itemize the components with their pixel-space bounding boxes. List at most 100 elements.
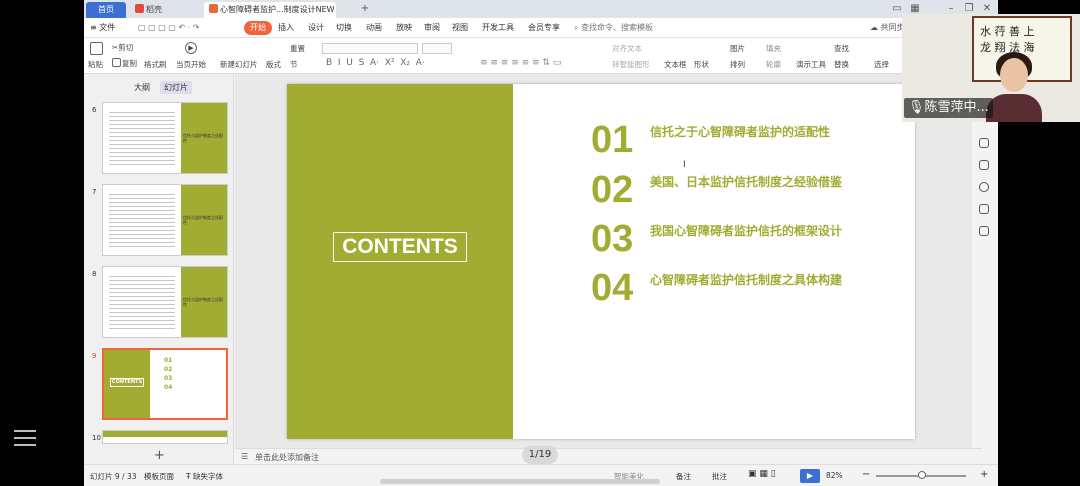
layers-icon[interactable] [979, 160, 989, 170]
menu-item-transition[interactable]: 切换 [336, 21, 352, 35]
arrange-button[interactable]: 排列 [730, 59, 745, 70]
thumb-item-num: 03 [164, 375, 173, 382]
add-slide-button[interactable]: + [154, 448, 165, 463]
zoom-slider-handle[interactable] [918, 471, 926, 479]
new-slide-button[interactable]: 新建幻灯片 [220, 59, 258, 70]
tab-outline[interactable]: 大纲 [134, 82, 150, 93]
contents-item[interactable]: 02 美国、日本监护信托制度之经验借鉴 [591, 170, 881, 210]
shape-button[interactable]: 形状 [694, 59, 709, 70]
menu-item-member[interactable]: 会员专享 [528, 21, 560, 35]
menu-item-slideshow[interactable]: 放映 [396, 21, 412, 35]
item-number: 01 [591, 119, 634, 161]
contents-item[interactable]: 04 心智障碍者监护信托制度之具体构建 [591, 268, 881, 308]
font-size-input[interactable] [422, 43, 452, 54]
menu-file[interactable]: ≡ 文件 [90, 21, 115, 35]
font-name-input[interactable] [322, 43, 418, 54]
notes-bar[interactable]: ☰ 单击此处添加备注 [235, 448, 982, 464]
tab-document[interactable]: 心智障碍者监护...制度设计NEW [204, 2, 336, 18]
quick-access-icons[interactable]: ▢ ▢ ▢ ▢ ↶ · ↷ [138, 21, 199, 35]
slide-thumbnail-7[interactable]: 信托与监护制度之适配性 [102, 184, 228, 256]
picture-button[interactable]: 图片 [730, 43, 745, 54]
calligraphy-line: 水 荇 善 上 [980, 25, 1035, 38]
template-page-button[interactable]: 模板页面 [144, 471, 174, 482]
edit-icon[interactable] [979, 204, 989, 214]
text-box-button[interactable]: 文本框 [664, 59, 687, 70]
find-button[interactable]: 查找 [834, 43, 849, 54]
contents-item[interactable]: 03 我国心智障碍者监护信托的框架设计 [591, 219, 881, 259]
reset-button[interactable]: 重置 [290, 43, 305, 54]
notes-toggle-button[interactable]: 备注 [676, 471, 691, 482]
thumb-contents: CONTENTS [110, 378, 144, 387]
thumb-text-lines [109, 109, 175, 167]
format-painter-button[interactable]: 格式刷 [144, 59, 167, 70]
slide-panel: 大纲 幻灯片 6 信托与监护制度之适配性 7 信托与监护制度之适配性 8 信托与… [84, 74, 234, 464]
item-text: 我国心智障碍者监护信托的框架设计 [650, 224, 843, 238]
menu-item-review[interactable]: 审阅 [424, 21, 440, 35]
scrollbar[interactable] [380, 479, 660, 484]
play-icon[interactable]: ▶ [185, 42, 197, 54]
present-tools-button[interactable]: 演示工具 [796, 59, 826, 70]
right-toolbar [972, 120, 998, 464]
comments-button[interactable]: 批注 [712, 471, 727, 482]
fill-button[interactable]: 填充 [766, 43, 781, 54]
view-buttons[interactable]: ▣ ▦ ▯ [748, 469, 776, 479]
daoke-icon [135, 4, 144, 13]
tab-home[interactable]: 首页 [86, 2, 126, 18]
menu-item-insert[interactable]: 插入 [278, 21, 294, 35]
contents-title[interactable]: CONTENTS [333, 232, 467, 262]
menu-item-view[interactable]: 视图 [452, 21, 468, 35]
menu-item-start[interactable]: 开始 [244, 21, 272, 35]
tab-daoke[interactable]: 稻壳 [130, 2, 198, 18]
star-icon[interactable] [979, 138, 989, 148]
missing-font-button[interactable]: Ŧ 缺失字体 [186, 471, 223, 482]
notes-placeholder[interactable]: 单击此处添加备注 [255, 452, 319, 463]
thumb-item-num: 02 [164, 366, 173, 373]
thumb-item-num: 01 [164, 357, 173, 364]
menu-item-developer[interactable]: 开发工具 [482, 21, 514, 35]
participant-video [984, 50, 1044, 122]
item-number: 04 [591, 267, 634, 309]
command-search[interactable]: ⌕ 查找命令、搜索模板 [574, 21, 653, 35]
collab-label: 共同步 [880, 23, 905, 32]
collab-button[interactable]: ☁ 共同步 [870, 21, 905, 35]
zoom-out-button[interactable]: − [862, 469, 870, 480]
menu-item-design[interactable]: 设计 [308, 21, 324, 35]
slide-canvas: CONTENTS 01 信托之于心智障碍者监护的适配性 02 美国、日本监护信托… [235, 74, 982, 448]
item-text: 心智障碍者监护信托制度之具体构建 [650, 273, 843, 287]
cut-button[interactable]: ✂剪切 [112, 42, 133, 53]
replace-button[interactable]: 替换 [834, 59, 849, 70]
play-slideshow-button[interactable]: ▶ [800, 469, 820, 483]
paste-button[interactable]: 粘贴 [88, 59, 103, 70]
paragraph-buttons[interactable]: ≡ ≡ ≡ ≡ ≡ ≡ ⇅ ▭ [480, 58, 561, 68]
menu-item-animation[interactable]: 动画 [366, 21, 382, 35]
command-search-label: 查找命令、搜索模板 [581, 23, 654, 32]
align-text-button[interactable]: 对齐文本 [612, 43, 642, 54]
new-tab-button[interactable]: + [358, 1, 372, 17]
slide-thumbnail-8[interactable]: 信托与监护制度之适配性 [102, 266, 228, 338]
copy-button[interactable]: 复制 [112, 58, 137, 69]
play-current-button[interactable]: 当页开始 [176, 59, 206, 70]
section-button[interactable]: 节 [290, 59, 298, 70]
outline-button[interactable]: 轮廓 [766, 59, 781, 70]
settings-icon[interactable] [979, 226, 989, 236]
ppt-icon [209, 4, 218, 13]
convert-smartart-button[interactable]: 转智能图形 [612, 59, 650, 70]
thumb-title: 信托与监护制度之适配性 [183, 215, 223, 225]
paste-icon[interactable] [90, 42, 104, 56]
thumb-text-lines [109, 273, 175, 331]
help-icon[interactable] [979, 182, 989, 192]
video-overlay: 水 荇 善 上 龙 翔 法 海 🎙陈雪萍中... [902, 14, 1080, 122]
slide-thumbnail-6[interactable]: 信托与监护制度之适配性 [102, 102, 228, 174]
thumb-number: 8 [92, 270, 97, 278]
layout-button[interactable]: 版式 [266, 59, 281, 70]
zoom-in-button[interactable]: + [980, 469, 988, 480]
slide-thumbnail-10[interactable] [102, 430, 228, 444]
slide-thumbnail-9-selected[interactable]: CONTENTS 01 02 03 04 [102, 348, 228, 420]
select-button[interactable]: 选择 [874, 59, 889, 70]
contents-item[interactable]: 01 信托之于心智障碍者监护的适配性 [591, 120, 881, 160]
tab-slides[interactable]: 幻灯片 [160, 81, 192, 94]
side-menu-icon[interactable] [14, 428, 36, 448]
tab-daoke-label: 稻壳 [146, 5, 162, 14]
font-style-buttons[interactable]: B I U S A· X² X₂ A· [326, 58, 425, 68]
slide[interactable]: CONTENTS 01 信托之于心智障碍者监护的适配性 02 美国、日本监护信托… [287, 84, 915, 439]
